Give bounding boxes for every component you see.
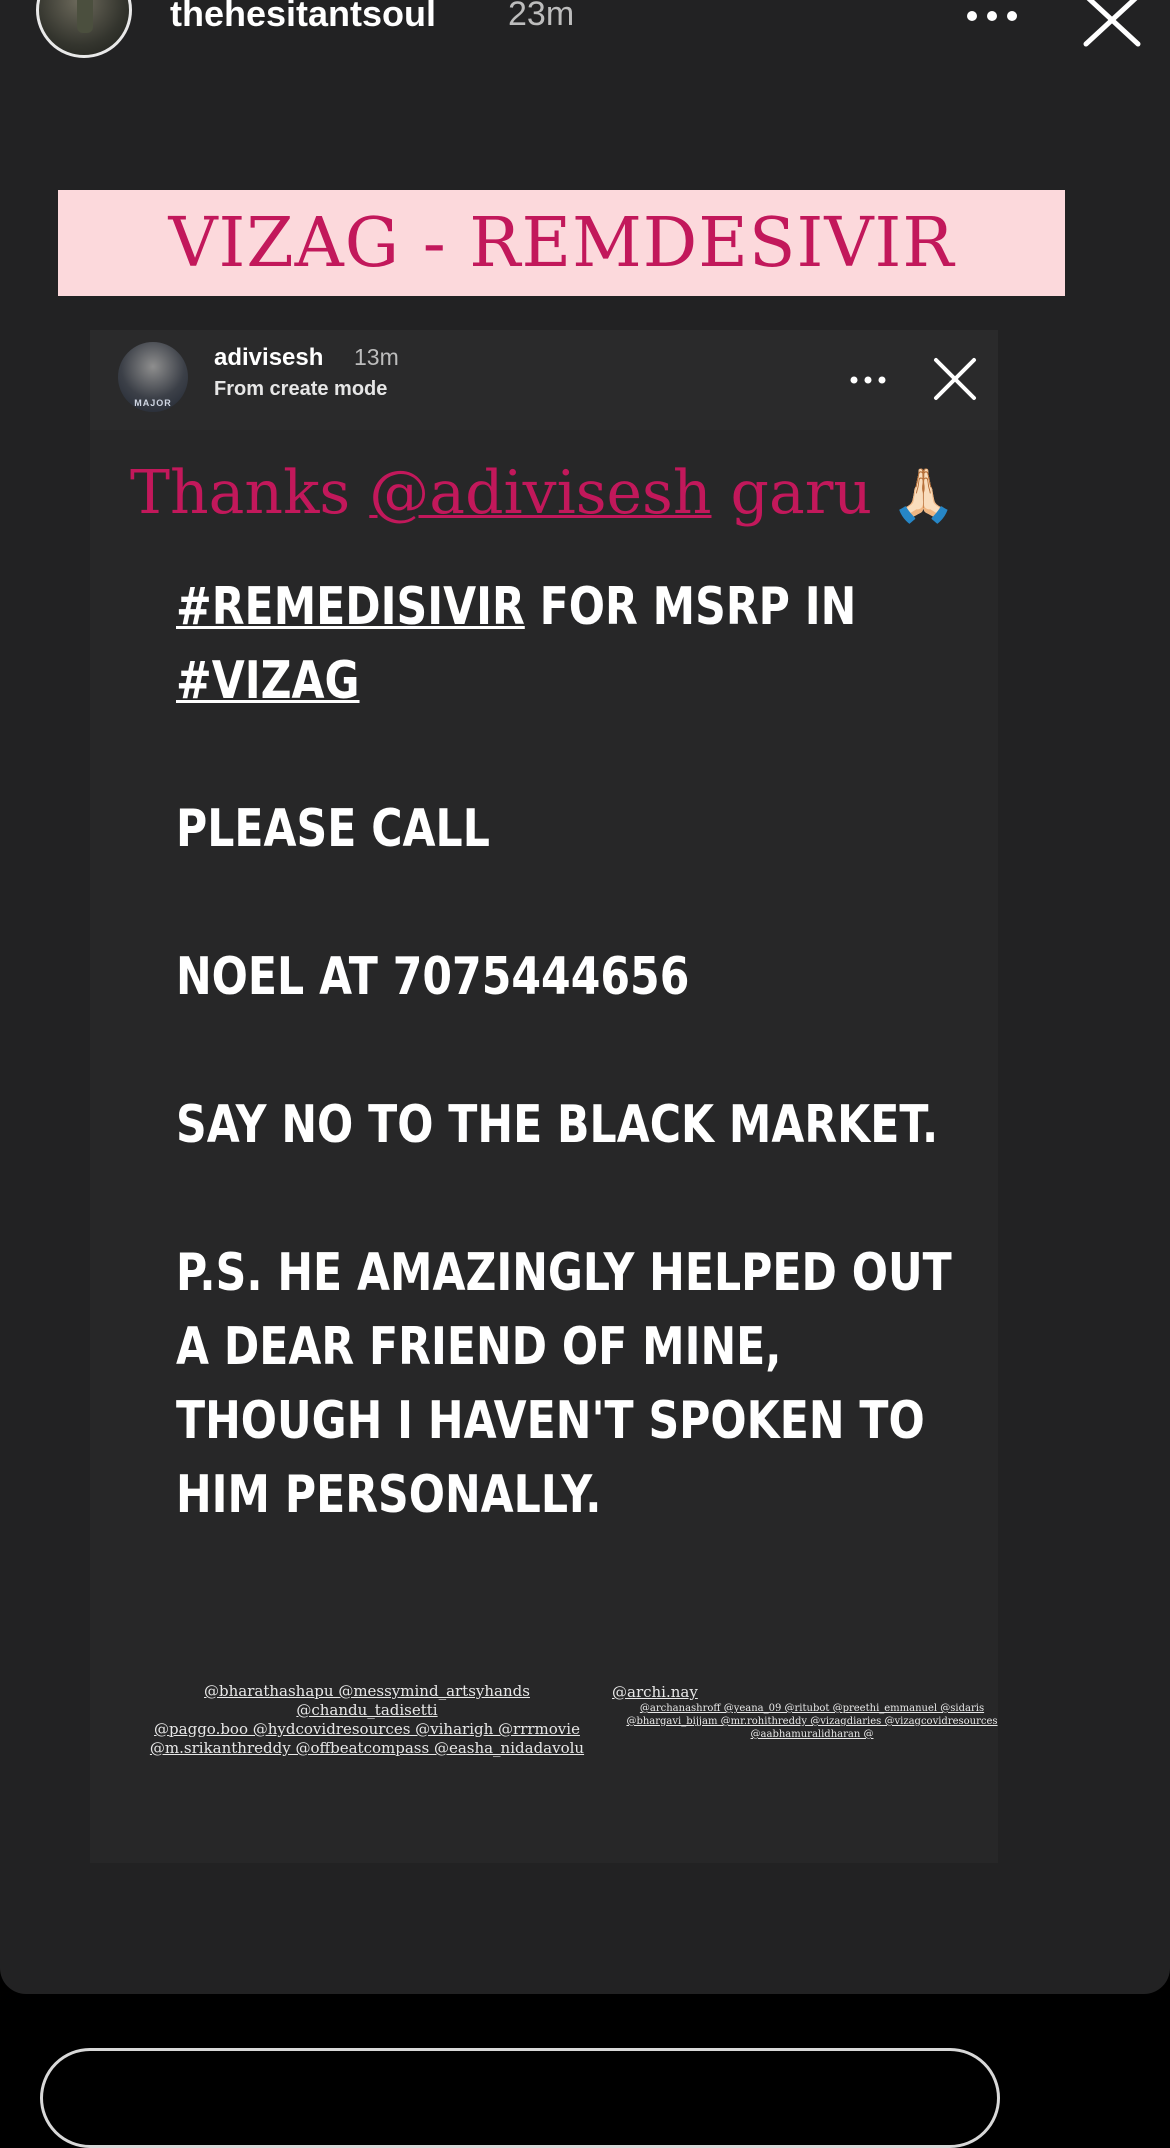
- post-line-4: NOEL AT 7075444656: [176, 947, 690, 1007]
- mention-tag-line: @archanashroff @yeana_09 @ritubot @preet…: [639, 1703, 985, 1714]
- thanks-suffix: garu: [711, 458, 892, 528]
- title-banner: VIZAG - REMDESIVIR: [58, 190, 1065, 296]
- praying-hands-icon: 🙏🏻: [891, 466, 956, 526]
- banner-text: VIZAG - REMDESIVIR: [168, 203, 955, 283]
- post-line-2: #VIZAG: [176, 644, 832, 718]
- mention-tag-line: @bharathashapu @messymind_artsyhands @ch…: [204, 1682, 530, 1719]
- post-line-9: HIM PERSONALLY.: [176, 1465, 602, 1525]
- post-line-1-rest: FOR MSRP IN: [524, 577, 857, 637]
- reply-input[interactable]: [40, 2048, 1000, 2148]
- story-username[interactable]: thehesitantsoul: [170, 0, 436, 34]
- mention-tag-line: @archi.nay: [612, 1683, 698, 1701]
- remdesivir-hashtag: #REMEDISIVIR: [176, 577, 525, 637]
- shared-story-screenshot: MAJOR adivisesh 13m From create mode Tha…: [90, 330, 998, 1863]
- mention-tag-line: @m.srikanthreddy @offbeatcompass @easha_…: [149, 1739, 585, 1757]
- mention-tags-left: @bharathashapu @messymind_artsyhands @ch…: [132, 1682, 602, 1758]
- more-horizontal-icon[interactable]: [962, 0, 1022, 30]
- mention-tags-right: @archi.nay @archanashroff @yeana_09 @rit…: [602, 1682, 1022, 1741]
- shared-story-username: adivisesh: [214, 344, 324, 371]
- post-line-3: PLEASE CALL: [176, 799, 490, 859]
- post-line-5: SAY NO TO THE BLACK MARKET.: [176, 1095, 939, 1155]
- post-text-block: #REMEDISIVIR FOR MSRP IN #VIZAG PLEASE C…: [176, 570, 952, 1532]
- thanks-mention: @adivisesh: [369, 458, 712, 528]
- mention-tag-line: @bhargavi_bijjam @mr.rohithreddy @vizagd…: [626, 1716, 998, 1727]
- story-viewer: thehesitantsoul 23m VIZAG - REMDESIVIR M…: [0, 0, 1170, 1994]
- avatar-caption: MAJOR: [134, 398, 172, 408]
- more-horizontal-icon: [850, 376, 886, 384]
- profile-avatar[interactable]: [36, 0, 132, 58]
- post-line-7: A DEAR FRIEND OF MINE,: [176, 1317, 782, 1377]
- close-icon: [934, 358, 976, 400]
- post-line-1: #REMEDISIVIR FOR MSRP IN: [176, 570, 856, 644]
- post-line-8: THOUGH I HAVEN'T SPOKEN TO: [176, 1391, 925, 1451]
- thanks-prefix: Thanks: [130, 458, 370, 528]
- post-line-6: P.S. HE AMAZINGLY HELPED OUT: [176, 1243, 952, 1303]
- mention-tag-line: @paggo.boo @hydcovidresources @viharigh …: [154, 1720, 580, 1738]
- shared-story-time: 13m: [354, 344, 399, 370]
- shared-story-avatar: MAJOR: [118, 342, 188, 412]
- thanks-line: Thanks @adivisesh garu 🙏🏻: [130, 458, 990, 528]
- close-icon[interactable]: [1080, 0, 1142, 48]
- vizag-hashtag: #VIZAG: [176, 651, 360, 711]
- mention-tag-line: @aabhamuralidharan @: [750, 1729, 874, 1740]
- story-time: 23m: [508, 0, 575, 33]
- shared-story-subtitle: From create mode: [214, 378, 388, 400]
